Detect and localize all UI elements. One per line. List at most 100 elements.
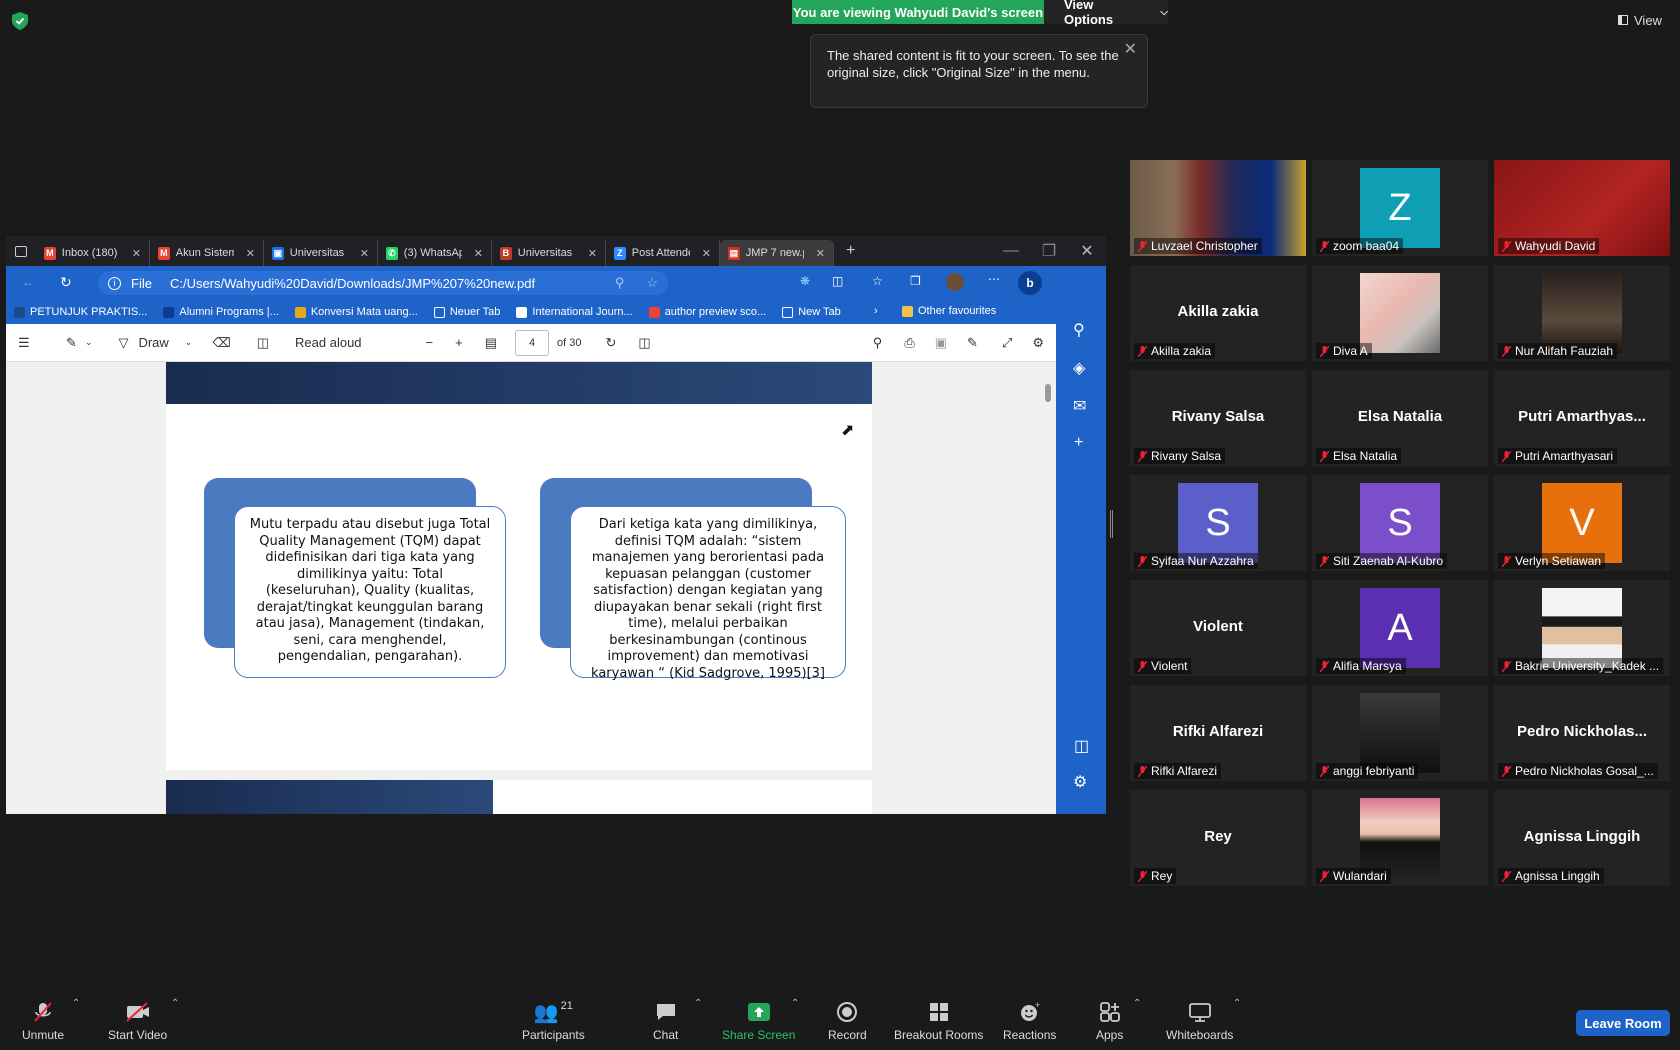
breakout-rooms-button[interactable]: Breakout Rooms (894, 1000, 983, 1042)
page-number-input[interactable]: 4 (515, 329, 550, 356)
browser-tab[interactable]: ▤ JMP 7 new.p ✕ (720, 240, 834, 266)
view-options-button[interactable]: View Options ⌵ (1044, 0, 1168, 27)
scrollbar-thumb[interactable] (1045, 384, 1051, 402)
participant-tile[interactable]: Luvzael Christopher (1130, 160, 1306, 256)
browser-tab[interactable]: ▣ Universitas B ✕ (264, 240, 378, 266)
zoom-in-icon[interactable]: + (455, 335, 463, 350)
participant-tile[interactable]: Diva A (1312, 265, 1488, 361)
bing-icon[interactable]: b (1018, 271, 1042, 295)
participant-tile[interactable]: Bakrie University_Kadek ... (1494, 580, 1670, 676)
close-tab-icon[interactable]: ✕ (702, 247, 711, 260)
participant-tile[interactable]: S Syifaa Nur Azzahra (1130, 475, 1306, 571)
close-window-icon[interactable]: ✕ (1068, 241, 1106, 261)
erase-icon[interactable]: ⌫ (212, 335, 230, 351)
browser-tab[interactable]: ✆ (3) WhatsApp ✕ (378, 240, 492, 266)
close-tab-icon[interactable]: ✕ (360, 247, 369, 260)
more-icon[interactable]: ⋯ (988, 272, 1000, 286)
favourite-item[interactable]: Alumni Programs |... (163, 306, 279, 318)
save-icon[interactable]: ▣ (935, 335, 947, 351)
participant-tile[interactable]: Agnissa Linggih Agnissa Linggih (1494, 790, 1670, 886)
extension-icon[interactable]: ❋ (800, 274, 810, 288)
share-options-caret[interactable]: ⌃ (791, 998, 799, 1009)
browser-tab[interactable]: B Universitas B ✕ (492, 240, 606, 266)
chat-button[interactable]: Chat (653, 1000, 678, 1042)
rotate-icon[interactable]: ↻ (605, 335, 616, 351)
zoom-icon[interactable]: ⚲ (615, 275, 625, 291)
scrollbar[interactable] (1042, 362, 1054, 814)
save-as-icon[interactable]: ✎ (967, 335, 978, 351)
search-icon[interactable]: ⚲ (1073, 320, 1085, 340)
fullscreen-icon[interactable]: ⤢ (1002, 335, 1012, 351)
unmute-button[interactable]: Unmute (22, 1000, 64, 1042)
participant-tile[interactable]: Zzoom baa04 (1312, 160, 1488, 256)
other-favourites[interactable]: Other favourites (902, 305, 996, 317)
back-icon[interactable]: ← (22, 275, 34, 289)
two-page-icon[interactable]: ◫ (638, 335, 650, 351)
url-field[interactable]: i File C:/Users/Wahyudi%20David/Download… (98, 271, 668, 295)
chevron-right-icon[interactable]: › (874, 305, 878, 317)
minimize-icon[interactable]: — (992, 242, 1030, 260)
participant-tile[interactable]: Wahyudi David (1494, 160, 1670, 256)
whiteboards-options-caret[interactable]: ⌃ (1233, 998, 1241, 1009)
restore-icon[interactable]: ❐ (1030, 241, 1068, 261)
sidebar-toggle-icon[interactable]: ◫ (1074, 736, 1089, 756)
favourite-item[interactable]: New Tab (782, 306, 841, 318)
close-tab-icon[interactable]: ✕ (132, 247, 141, 260)
whiteboards-button[interactable]: Whiteboards (1166, 1000, 1233, 1042)
participant-tile[interactable]: Putri Amarthyas... Putri Amarthyasari (1494, 370, 1670, 466)
audio-options-caret[interactable]: ⌃ (72, 998, 80, 1009)
zoom-out-icon[interactable]: − (426, 335, 434, 350)
search-icon[interactable]: ⚲ (873, 335, 883, 351)
browser-tab[interactable]: M Inbox (180) - ✕ (36, 240, 150, 266)
contents-icon[interactable]: ☰ (18, 335, 38, 351)
panel-splitter[interactable] (1110, 510, 1113, 538)
view-button[interactable]: View (1618, 10, 1672, 30)
participants-button[interactable]: 👥 21 Participants (522, 1000, 585, 1042)
fit-page-icon[interactable]: ▤ (485, 335, 497, 351)
collections-icon[interactable]: ❐ (910, 274, 921, 288)
browser-tab[interactable]: Z Post Attende ✕ (606, 240, 720, 266)
settings-icon[interactable]: ⚙ (1032, 335, 1044, 351)
apps-options-caret[interactable]: ⌃ (1133, 998, 1141, 1009)
participant-tile[interactable]: Nur Alifah Fauziah (1494, 265, 1670, 361)
participant-tile[interactable]: Rivany Salsa Rivany Salsa (1130, 370, 1306, 466)
participant-tile[interactable]: anggi febriyanti (1312, 685, 1488, 781)
video-options-caret[interactable]: ⌃ (171, 998, 179, 1009)
favourite-item[interactable]: PETUNJUK PRAKTIS... (14, 306, 147, 318)
add-favourite-icon[interactable]: ☆ (646, 275, 658, 291)
participant-tile[interactable]: Akilla zakia Akilla zakia (1130, 265, 1306, 361)
new-tab-button[interactable]: + (846, 242, 855, 260)
share-screen-button[interactable]: Share Screen (722, 1000, 795, 1042)
extensions-icon[interactable]: ◫ (832, 274, 843, 288)
leave-room-button[interactable]: Leave Room (1576, 1010, 1670, 1036)
participant-tile[interactable]: Wulandari (1312, 790, 1488, 886)
favourite-item[interactable]: Neuer Tab (433, 306, 500, 318)
pdf-viewer[interactable]: Mutu terpadu atau disebut juga Total Qua… (6, 362, 1056, 814)
browser-tab[interactable]: M Akun Sistem ✕ (150, 240, 264, 266)
apps-button[interactable]: Apps (1096, 1000, 1123, 1042)
favourite-item[interactable]: International Journ... (516, 306, 633, 318)
participant-tile[interactable]: Violent Violent (1130, 580, 1306, 676)
favourites-icon[interactable]: ☆ (872, 274, 883, 288)
highlight-icon[interactable]: ✎ (66, 335, 77, 351)
close-tab-icon[interactable]: ✕ (474, 247, 483, 260)
copilot-icon[interactable]: ◈ (1073, 358, 1085, 378)
start-video-button[interactable]: Start Video (108, 1000, 167, 1042)
favourite-item[interactable]: author preview sco... (648, 306, 766, 318)
chat-options-caret[interactable]: ⌃ (694, 998, 702, 1009)
favourite-item[interactable]: Konversi Mata uang... (294, 306, 418, 318)
draw-label[interactable]: Draw (138, 335, 168, 350)
profile-avatar[interactable] (946, 273, 964, 291)
reactions-button[interactable]: + Reactions (1003, 1000, 1056, 1042)
add-icon[interactable]: + (1074, 434, 1083, 452)
close-tab-icon[interactable]: ✕ (246, 247, 255, 260)
participant-tile[interactable]: Rey Rey (1130, 790, 1306, 886)
participant-tile[interactable]: Rifki Alfarezi Rifki Alfarezi (1130, 685, 1306, 781)
participant-tile[interactable]: V Verlyn Setiawan (1494, 475, 1670, 571)
participant-tile[interactable]: A Alifia Marsya (1312, 580, 1488, 676)
page-view-icon[interactable]: ◫ (257, 335, 269, 351)
participant-tile[interactable]: Elsa Natalia Elsa Natalia (1312, 370, 1488, 466)
read-aloud-button[interactable]: Read aloud (295, 335, 362, 350)
settings-icon[interactable]: ⚙ (1073, 772, 1087, 792)
participant-tile[interactable]: S Siti Zaenab Al-Kubro (1312, 475, 1488, 571)
